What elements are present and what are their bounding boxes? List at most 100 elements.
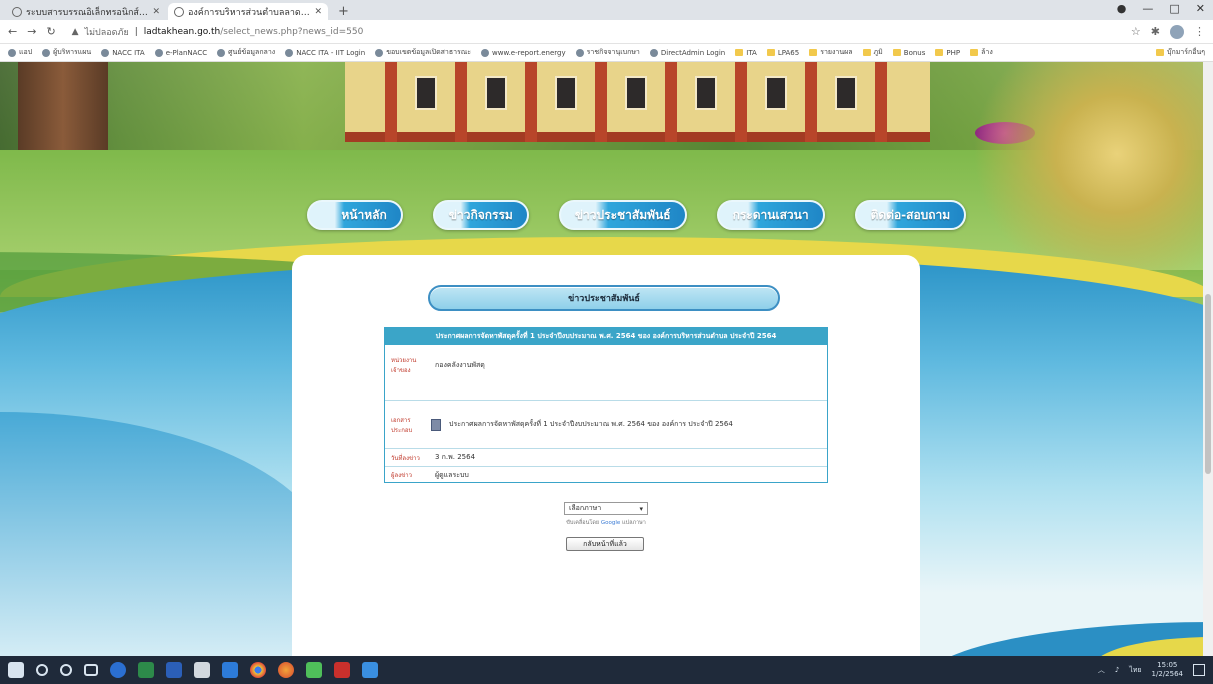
site-icon — [375, 48, 384, 57]
news-detail-box: ประกาศผลการจัดหาพัสดุครั้งที่ 1 ประจำปีง… — [384, 327, 828, 483]
bookmark-item[interactable]: แอป — [8, 47, 32, 58]
cortana-icon[interactable] — [60, 664, 72, 676]
app-icon[interactable] — [362, 662, 378, 678]
apps-icon — [8, 48, 16, 57]
file-explorer-icon[interactable] — [222, 662, 238, 678]
browser-tab-2[interactable]: องค์การบริหารส่วนตำบลลาดตะเคียน ✕ — [168, 3, 328, 20]
author-value: ผู้ดูแลระบบ — [435, 470, 469, 479]
folder-icon — [766, 49, 775, 56]
profile-avatar[interactable] — [1170, 24, 1184, 39]
bookmark-folder[interactable]: ล้าง — [970, 47, 993, 58]
bookmark-folder[interactable]: Bonus — [892, 49, 925, 57]
bookmark-item[interactable]: NACC ITA - IIT Login — [285, 48, 365, 57]
excel-icon[interactable] — [138, 662, 154, 678]
close-window-button[interactable]: ✕ — [1196, 2, 1205, 15]
notification-icon[interactable] — [1193, 664, 1205, 676]
site-icon — [101, 48, 110, 57]
volume-icon[interactable]: ♪ — [1115, 666, 1119, 674]
building-pillar — [455, 62, 467, 142]
folder-icon — [735, 49, 744, 56]
folder-icon — [809, 49, 818, 56]
google-link[interactable]: Google — [601, 520, 620, 526]
search-icon[interactable] — [36, 664, 48, 676]
close-tab-icon[interactable]: ✕ — [314, 7, 322, 17]
author-label: ผู้ลงข่าว — [391, 472, 412, 479]
taskbar-clock[interactable]: 15:05 1/2/2564 — [1152, 661, 1183, 679]
news-row-author: ผู้ลงข่าว ผู้ดูแลระบบ — [385, 466, 827, 483]
forward-arrow-icon[interactable]: → — [27, 25, 36, 38]
input-language[interactable]: ไทย — [1129, 665, 1141, 676]
globe-icon — [42, 48, 51, 57]
word-icon[interactable] — [166, 662, 182, 678]
account-circle-icon[interactable]: ● — [1117, 2, 1127, 15]
bookmark-item[interactable]: DirectAdmin Login — [649, 48, 725, 57]
bookmark-item[interactable]: ผู้บริหารแผน — [42, 47, 91, 58]
bookmark-item[interactable]: ขอบเขตข้อมูลเปิดสาธารณะ — [375, 47, 471, 58]
nav-home[interactable]: หน้าหลัก — [306, 200, 403, 230]
back-arrow-icon[interactable]: ← — [8, 25, 17, 38]
menu-kebab-icon[interactable]: ⋮ — [1194, 25, 1205, 38]
warning-icon: ▲ — [71, 26, 79, 37]
star-icon[interactable]: ☆ — [1131, 25, 1141, 38]
web-page: หน้าหลัก ข่าวกิจกรรม ข่าวประชาสัมพันธ์ ก… — [0, 62, 1213, 656]
bookmark-item[interactable]: ศูนย์ข้อมูลกลาง — [217, 47, 275, 58]
building-pillar — [385, 62, 397, 142]
browser-right-tools: ☆ ✱ ⋮ — [1131, 24, 1205, 39]
maximize-button[interactable]: □ — [1169, 2, 1179, 15]
browser-toolbar: ← → ↻ ▲ ไม่ปลอดภัย | ladtakhean.go.th/se… — [0, 20, 1213, 44]
tray-chevron-up-icon[interactable]: ︿ — [1098, 665, 1105, 675]
globe-icon — [481, 48, 490, 57]
pdf-file-icon[interactable] — [431, 418, 441, 431]
system-tray: ︿ ♪ ไทย 15:05 1/2/2564 — [1098, 661, 1205, 679]
bookmark-item[interactable]: NACC ITA — [101, 48, 145, 57]
bookmark-folder[interactable]: LPA65 — [766, 49, 799, 57]
firefox-icon[interactable] — [278, 662, 294, 678]
nav-announcements[interactable]: ข่าวประชาสัมพันธ์ — [558, 200, 687, 230]
task-view-icon[interactable] — [84, 664, 98, 676]
address-bar[interactable]: ▲ ไม่ปลอดภัย | ladtakhean.go.th/select_n… — [66, 23, 1121, 41]
new-tab-button[interactable]: + — [330, 3, 357, 20]
bookmark-folder[interactable]: ITA — [735, 49, 757, 57]
close-tab-icon[interactable]: ✕ — [152, 7, 160, 17]
nav-webboard[interactable]: กระดานเสวนา — [716, 200, 825, 230]
url-path: /select_news.php?news_id=550 — [220, 26, 364, 37]
nav-contact[interactable]: ติดต่อ-สอบถาม — [854, 200, 967, 230]
bookmark-item[interactable]: e-PlanNACC — [154, 48, 207, 57]
bookmark-folder[interactable]: ภูมิ — [862, 47, 883, 58]
building-pillar — [525, 62, 537, 142]
nav-activities[interactable]: ข่าวกิจกรรม — [432, 200, 529, 230]
bookmark-folder[interactable]: รายงานผล — [809, 47, 853, 58]
photos-icon[interactable] — [194, 662, 210, 678]
globe-icon — [12, 6, 22, 17]
clock-time: 15:05 — [1157, 661, 1178, 669]
acrobat-icon[interactable] — [334, 662, 350, 678]
windows-start-icon[interactable] — [8, 662, 24, 678]
building-pillar — [665, 62, 677, 142]
other-bookmarks[interactable]: บุ๊กมาร์กอื่นๆ — [1156, 47, 1205, 58]
back-button[interactable]: กลับหน้าที่แล้ว — [566, 537, 644, 551]
page-scrollbar[interactable] — [1203, 62, 1213, 656]
site-icon — [285, 48, 294, 57]
minimize-button[interactable]: — — [1142, 2, 1153, 15]
browser-tab-1[interactable]: ระบบสารบรรณอิเล็กทรอนิกส์ Sara… ✕ — [6, 3, 166, 20]
bookmark-item[interactable]: ราชกิจจานุเบกษา — [575, 47, 640, 58]
bookmark-item[interactable]: www.e-report.energy — [481, 48, 566, 57]
window-controls: ● — □ ✕ — [1117, 2, 1205, 15]
document-link[interactable]: ประกาศผลการจัดหาพัสดุครั้งที่ 1 ประจำปีง… — [445, 419, 733, 430]
site-icon — [154, 48, 163, 57]
chrome-icon[interactable] — [250, 662, 266, 678]
folder-icon — [862, 49, 871, 56]
language-select[interactable]: เลือกภาษา ▾ — [564, 502, 648, 515]
reload-icon[interactable]: ↻ — [46, 25, 55, 38]
agency-value: กองคลังงานพัสดุ — [435, 361, 485, 369]
edge-browser-icon[interactable] — [110, 662, 126, 678]
date-label: วันที่ลงข่าว — [391, 454, 420, 462]
document-label: เอกสารประกอบ — [391, 416, 413, 434]
bookmarks-bar: แอป ผู้บริหารแผน NACC ITA e-PlanNACC ศูน… — [0, 44, 1213, 62]
extensions-icon[interactable]: ✱ — [1151, 25, 1160, 38]
scrollbar-thumb[interactable] — [1205, 294, 1211, 474]
line-app-icon[interactable] — [306, 662, 322, 678]
bookmark-folder[interactable]: PHP — [935, 49, 960, 57]
building-window — [765, 76, 787, 110]
date-value: 3 ก.พ. 2564 — [435, 453, 476, 461]
